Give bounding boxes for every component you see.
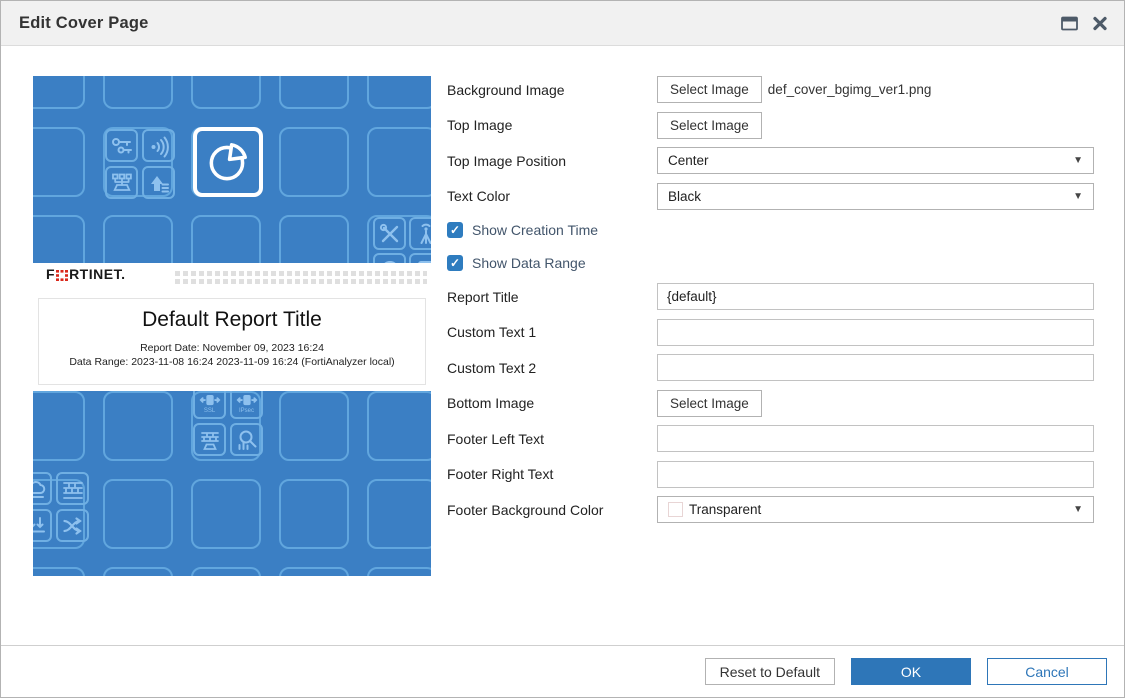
bottom-image-label: Bottom Image: [447, 395, 657, 411]
fortinet-logo: F RTINET.: [46, 268, 125, 281]
chevron-down-icon: ▼: [1073, 155, 1083, 166]
preview-report-title: Default Report Title: [39, 308, 425, 332]
top-image-position-row: Top Image Position Center ▼: [447, 147, 1094, 174]
footer-left-text-row: Footer Left Text: [447, 425, 1094, 452]
footer-right-text-row: Footer Right Text: [447, 461, 1094, 488]
checkbox-checked-icon[interactable]: ✓: [447, 222, 463, 238]
cover-title-band: F RTINET. Default Report Title: [33, 263, 431, 391]
color-swatch: [668, 502, 683, 517]
close-icon[interactable]: [1092, 16, 1108, 31]
text-color-value: Black: [668, 189, 701, 204]
footer-left-text-input[interactable]: [657, 425, 1094, 452]
cover-page-form: Background Image Select Image def_cover_…: [447, 76, 1094, 523]
custom-text-2-label: Custom Text 2: [447, 360, 657, 376]
background-image-row: Background Image Select Image def_cover_…: [447, 76, 1094, 103]
bottom-image-row: Bottom Image Select Image: [447, 390, 1094, 417]
text-color-select[interactable]: Black ▼: [657, 183, 1094, 210]
footer-background-color-value: Transparent: [689, 502, 761, 517]
top-image-label: Top Image: [447, 117, 657, 133]
signal-icon: [142, 129, 175, 162]
dialog-content: SSL IPsec: [1, 46, 1124, 646]
pie-chart-icon: [193, 127, 263, 197]
reset-to-default-button[interactable]: Reset to Default: [705, 658, 835, 685]
footer-right-text-input[interactable]: [657, 461, 1094, 488]
cover-preview: SSL IPsec: [33, 76, 431, 576]
switch-icon: [105, 166, 138, 199]
preview-data-range: Data Range: 2023-11-08 16:24 2023-11-09 …: [39, 356, 425, 368]
text-color-row: Text Color Black ▼: [447, 183, 1094, 210]
report-title-input[interactable]: [657, 283, 1094, 310]
antenna-icon: [409, 217, 431, 250]
tools-icon: [373, 217, 406, 250]
top-image-position-label: Top Image Position: [447, 153, 657, 169]
chevron-down-icon: ▼: [1073, 504, 1083, 515]
chevron-down-icon: ▼: [1073, 191, 1083, 202]
custom-text-1-row: Custom Text 1: [447, 319, 1094, 346]
show-creation-time-checkbox[interactable]: ✓ Show Creation Time: [447, 218, 1094, 242]
custom-text-2-row: Custom Text 2: [447, 354, 1094, 381]
dialog-titlebar: Edit Cover Page: [1, 1, 1124, 46]
search-chart-icon: [230, 423, 263, 456]
bottom-image-select-button[interactable]: Select Image: [657, 390, 762, 417]
report-title-label: Report Title: [447, 289, 657, 305]
keys-icon: [105, 129, 138, 162]
report-title-row: Report Title: [447, 283, 1094, 310]
footer-background-color-select[interactable]: Transparent ▼: [657, 496, 1094, 523]
custom-text-1-input[interactable]: [657, 319, 1094, 346]
dialog-footer: Reset to Default OK Cancel: [1, 645, 1124, 697]
custom-text-1-label: Custom Text 1: [447, 324, 657, 340]
firewall-icon: [56, 472, 89, 505]
footer-right-text-label: Footer Right Text: [447, 466, 657, 482]
checkbox-checked-icon[interactable]: ✓: [447, 255, 463, 271]
footer-background-color-row: Footer Background Color Transparent ▼: [447, 496, 1094, 523]
top-image-position-value: Center: [668, 153, 709, 168]
cancel-button[interactable]: Cancel: [987, 658, 1107, 685]
ipsec-tile-label: IPsec: [239, 408, 254, 414]
footer-left-text-label: Footer Left Text: [447, 431, 657, 447]
ok-button[interactable]: OK: [851, 658, 971, 685]
show-creation-time-label: Show Creation Time: [472, 222, 598, 238]
cloud-icon: [33, 472, 52, 505]
custom-text-2-input[interactable]: [657, 354, 1094, 381]
footer-background-color-label: Footer Background Color: [447, 502, 657, 518]
maximize-icon[interactable]: [1061, 16, 1078, 31]
report-title-box: Default Report Title Report Date: Novemb…: [38, 298, 426, 385]
show-data-range-checkbox[interactable]: ✓ Show Data Range: [447, 251, 1094, 275]
background-image-select-button[interactable]: Select Image: [657, 76, 762, 103]
background-image-label: Background Image: [447, 82, 657, 98]
preview-report-date: Report Date: November 09, 2023 16:24: [39, 342, 425, 354]
fortinet-logo-o-icon: [56, 270, 68, 281]
edit-cover-page-dialog: Edit Cover Page: [0, 0, 1125, 698]
text-color-label: Text Color: [447, 188, 657, 204]
top-image-row: Top Image Select Image: [447, 112, 1094, 139]
top-image-select-button[interactable]: Select Image: [657, 112, 762, 139]
download-icon: [33, 509, 52, 542]
decorative-squares-pattern: [175, 271, 427, 287]
background-image-filename: def_cover_bgimg_ver1.png: [768, 82, 932, 97]
ssl-tile-label: SSL: [204, 408, 215, 414]
shuffle-icon: [56, 509, 89, 542]
top-image-position-select[interactable]: Center ▼: [657, 147, 1094, 174]
upload-icon: [142, 166, 175, 199]
dialog-title: Edit Cover Page: [19, 14, 149, 33]
show-data-range-label: Show Data Range: [472, 255, 586, 271]
firewall-user-icon: [193, 423, 226, 456]
